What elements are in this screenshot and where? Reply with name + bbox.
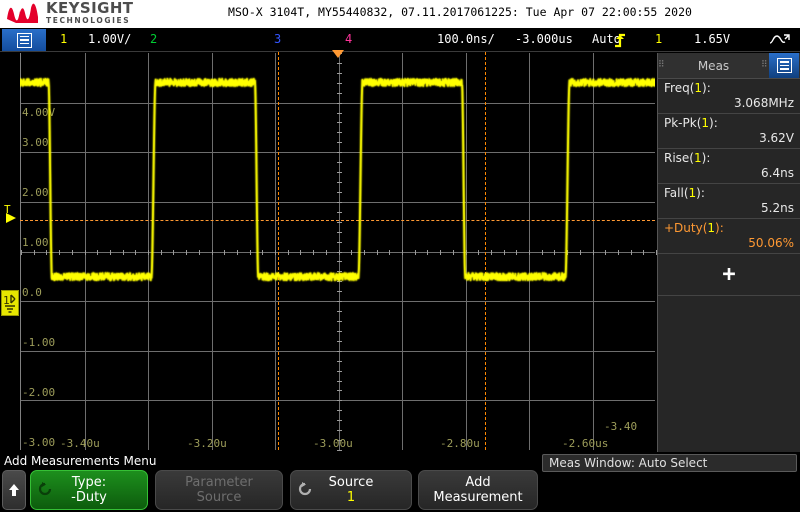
softkey-type-value: -Duty — [71, 490, 107, 505]
measurement-row-selected[interactable]: +Duty(1): 50.06% — [658, 219, 800, 254]
measurement-label: +Duty(1): — [664, 221, 794, 235]
measurement-label-end: ): — [715, 221, 724, 235]
measurement-row[interactable]: Pk-Pk(1): 3.62V — [658, 114, 800, 149]
measurement-label: Fall(1): — [664, 186, 794, 200]
measurements-panel-header: ⠿ Meas ⠿ — [658, 53, 800, 79]
softkey-source-label: Source — [328, 475, 374, 490]
rotary-knob-icon — [38, 482, 52, 496]
channel-1-ground-marker[interactable]: 1 — [1, 290, 19, 316]
x-tick-label: -3.00u — [313, 437, 353, 450]
main-menu-button[interactable] — [2, 29, 46, 51]
measurement-source: 1 — [694, 151, 702, 165]
rotary-knob-icon — [298, 482, 312, 496]
measurement-source: 1 — [707, 221, 716, 235]
channel-3-button[interactable]: 3 — [274, 32, 281, 46]
drag-handle-left-icon[interactable]: ⠿ — [658, 61, 666, 70]
arrow-up-icon — [9, 484, 19, 496]
measurements-panel-title: Meas — [697, 58, 730, 73]
measurement-label-end: ): — [709, 116, 718, 130]
x-tick-label: -3.20u — [187, 437, 227, 450]
measurement-label: Pk-Pk(1): — [664, 116, 794, 130]
measurement-value: 50.06% — [748, 236, 794, 250]
autoscale-icon[interactable] — [768, 32, 792, 48]
measurement-row[interactable]: Rise(1): 6.4ns — [658, 149, 800, 184]
measurement-source: 1 — [694, 81, 703, 95]
trigger-level-arrow-icon[interactable] — [2, 204, 20, 230]
measurement-value: 5.2ns — [761, 201, 794, 215]
trigger-source[interactable]: 1 — [655, 32, 662, 46]
channel-1-scale: 1.00V/ — [88, 32, 131, 46]
measurement-name: Pk-Pk( — [664, 116, 702, 130]
softkey-parameter-value: Source — [196, 490, 242, 505]
softkey-source[interactable]: Source 1 — [290, 470, 412, 510]
softkey-type-label: Type: — [71, 475, 107, 490]
rising-edge-icon[interactable] — [613, 32, 627, 48]
timebase-value[interactable]: 100.0ns/ — [437, 32, 495, 46]
menu-title: Add Measurements Menu — [4, 454, 157, 468]
axis-tick — [337, 450, 342, 451]
channel-1-scale-text: 1.00V/ — [88, 32, 132, 46]
channel-1-button[interactable]: 1 — [60, 32, 67, 46]
softkey-add-label-2: Measurement — [433, 490, 523, 505]
menu-icon — [776, 58, 792, 73]
measurement-label: Rise(1): — [664, 151, 794, 165]
channel-1-waveform — [20, 53, 655, 450]
measurement-value: 3.62V — [759, 131, 794, 145]
measurement-source: 1 — [688, 186, 697, 200]
measurement-name: +Duty( — [664, 221, 708, 235]
measurement-name: Fall( — [664, 186, 689, 200]
oscilloscope-screen: KEYSIGHT TECHNOLOGIES MSO-X 3104T, MY554… — [0, 0, 800, 512]
measurement-name: Rise( — [664, 151, 694, 165]
trigger-level[interactable]: 1.65V — [694, 32, 730, 46]
meas-window-label: Meas Window: Auto Select — [549, 456, 708, 470]
menu-icon — [16, 32, 32, 48]
measurements-panel: ⠿ Meas ⠿ Freq(1): 3.068MHz Pk-Pk(1): 3.6… — [657, 53, 800, 452]
measurement-value: 6.4ns — [761, 166, 794, 180]
measurement-label-end: ): — [702, 81, 711, 95]
measurement-source: 1 — [701, 116, 710, 130]
drag-handle-right-icon[interactable]: ⠿ — [761, 61, 769, 70]
instrument-title: MSO-X 3104T, MY55440832, 07.11.201706122… — [228, 5, 692, 19]
measurements-menu-button[interactable] — [769, 53, 799, 78]
back-up-button[interactable] — [2, 470, 26, 510]
measurement-label-end: ): — [696, 186, 705, 200]
softkey-add-measurement[interactable]: Add Measurement — [418, 470, 538, 510]
measurement-label: Freq(1): — [664, 81, 794, 95]
waveform-display[interactable]: 4.00V 3.00 2.00 1.00 0.0 -1.00 -2.00 -3.… — [0, 50, 657, 452]
softkey-parameter-source: Parameter Source — [155, 470, 283, 510]
softkey-type[interactable]: Type: -Duty — [30, 470, 148, 510]
plus-icon: + — [722, 261, 736, 287]
ground-icon: 1 — [3, 294, 16, 313]
x-tick-label: -3.40u — [60, 437, 100, 450]
softkey-source-value: 1 — [346, 490, 356, 505]
meas-window-indicator[interactable]: Meas Window: Auto Select — [542, 454, 797, 472]
measurement-name: Freq( — [664, 81, 695, 95]
measurement-row[interactable]: Fall(1): 5.2ns — [658, 184, 800, 219]
status-toolbar: 1 1.00V/ 2 3 4 100.0ns/ -3.000us Auto 1 … — [0, 28, 800, 52]
x-tick-label: -2.80u — [440, 437, 480, 450]
add-measurement-row[interactable]: + — [658, 254, 800, 296]
measurement-label-end: ): — [701, 151, 711, 165]
svg-text:1: 1 — [3, 294, 10, 307]
delay-value[interactable]: -3.000us — [515, 32, 573, 46]
channel-2-button[interactable]: 2 — [150, 32, 157, 46]
y-tick-label: -3.40 — [604, 420, 638, 433]
app-header: KEYSIGHT TECHNOLOGIES MSO-X 3104T, MY554… — [0, 0, 800, 28]
channel-4-button[interactable]: 4 — [345, 32, 352, 46]
x-tick-label: -2.60us — [562, 437, 609, 450]
measurement-row[interactable]: Freq(1): 3.068MHz — [658, 79, 800, 114]
softkey-parameter-label: Parameter — [185, 475, 253, 490]
softkey-add-label-1: Add — [465, 475, 491, 490]
measurement-value: 3.068MHz — [733, 96, 794, 110]
